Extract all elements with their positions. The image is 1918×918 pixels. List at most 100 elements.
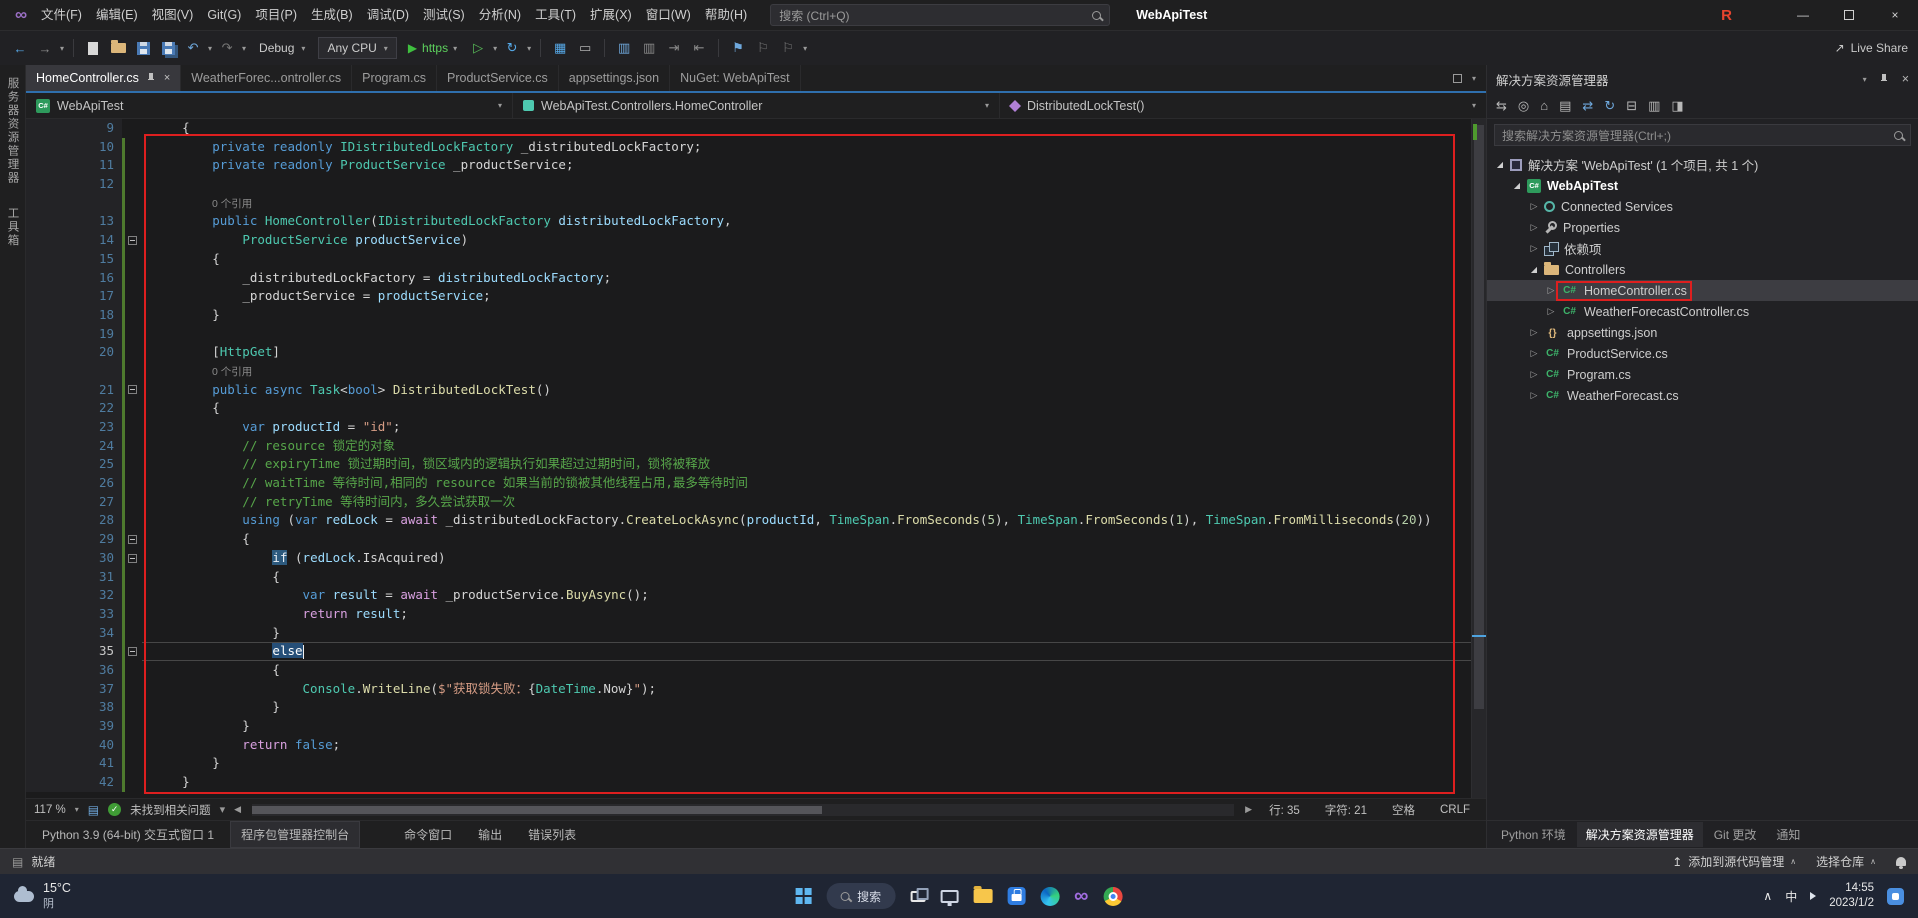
fold-margin[interactable] <box>122 381 142 400</box>
tree-item-project-webapitest[interactable]: ◢ C# WebApiTest <box>1487 175 1918 196</box>
expanded-arrow-icon[interactable]: ◢ <box>1510 181 1524 190</box>
collapsed-arrow-icon[interactable]: ▷ <box>1544 306 1558 317</box>
fold-margin[interactable] <box>122 661 142 680</box>
menu-window[interactable]: 窗口(W) <box>639 0 698 30</box>
fold-margin[interactable] <box>122 455 142 474</box>
code-text[interactable]: Console.WriteLine($"获取锁失败：{DateTime.Now}… <box>142 680 1471 699</box>
collapsed-arrow-icon[interactable]: ▷ <box>1527 369 1541 380</box>
code-line-30[interactable]: 30 if (redLock.IsAcquired) <box>26 548 1471 568</box>
fold-margin[interactable] <box>122 736 142 755</box>
run-button[interactable]: ▶ https ▾ <box>402 41 463 55</box>
tree-item-file-appsettings[interactable]: ▷ {} appsettings.json <box>1487 322 1918 343</box>
line-number[interactable]: 18 <box>76 305 122 325</box>
breakpoint-margin[interactable] <box>26 679 76 699</box>
tree-item-folder-controllers[interactable]: ◢ Controllers <box>1487 259 1918 280</box>
tree-item-solution-root[interactable]: ◢ 解决方案 'WebApiTest' (1 个项目, 共 1 个) <box>1487 154 1918 175</box>
fold-margin[interactable] <box>122 119 142 138</box>
collapsed-arrow-icon[interactable]: ▷ <box>1544 285 1558 296</box>
code-text[interactable] <box>142 175 1471 194</box>
line-number[interactable]: 15 <box>76 249 122 269</box>
code-line-31[interactable]: 31 { <box>26 567 1471 587</box>
breakpoint-margin[interactable] <box>26 156 76 176</box>
code-text[interactable]: { <box>142 119 1471 138</box>
code-line-34[interactable]: 34 } <box>26 623 1471 643</box>
line-number[interactable]: 12 <box>76 175 122 194</box>
menu-help[interactable]: 帮助(H) <box>698 0 754 30</box>
breakpoint-margin[interactable] <box>26 175 76 194</box>
line-number[interactable]: 23 <box>76 418 122 437</box>
code-line-35[interactable]: 35 else <box>26 642 1471 661</box>
refresh-icon[interactable]: ↻ <box>1604 98 1615 114</box>
code-text[interactable]: 0 个引用 <box>142 362 1471 381</box>
solution-explorer-search-box[interactable]: 搜索解决方案资源管理器(Ctrl+;) <box>1494 124 1911 146</box>
editor-vertical-scrollbar[interactable] <box>1471 119 1486 798</box>
breakpoint-margin[interactable] <box>26 698 76 717</box>
code-text[interactable] <box>142 325 1471 344</box>
scroll-left-icon[interactable]: ◀ <box>234 804 241 815</box>
resharper-icon[interactable]: R <box>1721 7 1732 24</box>
fold-margin[interactable] <box>122 754 142 773</box>
breakpoint-margin[interactable] <box>26 773 76 792</box>
breakpoint-margin[interactable] <box>26 604 76 624</box>
fold-margin[interactable] <box>122 343 142 362</box>
code-text[interactable]: if (redLock.IsAcquired) <box>142 549 1471 568</box>
open-folder-icon[interactable] <box>108 38 128 58</box>
code-text[interactable]: { <box>142 530 1471 549</box>
code-line-26[interactable]: 26 // waitTime 等待时间,相同的 resource 如果当前的锁被… <box>26 474 1471 493</box>
code-text[interactable]: { <box>142 250 1471 269</box>
close-button[interactable]: × <box>1872 0 1918 30</box>
code-text[interactable]: public HomeController(IDistributedLockFa… <box>142 212 1471 231</box>
breakpoint-margin[interactable] <box>26 231 76 250</box>
line-number[interactable]: 33 <box>76 604 122 624</box>
line-number[interactable]: 19 <box>76 324 122 344</box>
tab-productservice[interactable]: ProductService.cs <box>437 65 559 91</box>
fold-margin[interactable] <box>122 437 142 456</box>
menu-file[interactable]: 文件(F) <box>34 0 89 30</box>
menu-view[interactable]: 视图(V) <box>145 0 201 30</box>
fold-margin[interactable] <box>122 549 142 568</box>
breakpoint-margin[interactable] <box>26 119 76 138</box>
chrome-browser-icon[interactable] <box>1103 886 1123 906</box>
select-repository-button[interactable]: 选择仓库 ∧ <box>1816 853 1876 870</box>
fold-margin[interactable] <box>122 156 142 175</box>
code-text[interactable]: // waitTime 等待时间,相同的 resource 如果当前的锁被其他线… <box>142 474 1471 493</box>
pane-layout-icon[interactable]: ▥ <box>639 38 659 58</box>
tab-nuget[interactable]: NuGet: WebApiTest <box>670 65 801 91</box>
fold-margin[interactable] <box>122 642 142 661</box>
scroll-right-icon[interactable]: ▶ <box>1245 804 1252 815</box>
taskbar-search-button[interactable]: 搜索 <box>826 883 896 909</box>
fold-margin[interactable] <box>122 586 142 605</box>
line-number[interactable]: 9 <box>76 119 122 138</box>
breakpoint-margin[interactable] <box>26 586 76 605</box>
code-line-36[interactable]: 36 { <box>26 660 1471 680</box>
fold-margin[interactable] <box>122 269 142 288</box>
issues-status-label[interactable]: 未找到相关问题 <box>130 802 211 818</box>
live-unit-icon[interactable]: ▭ <box>575 38 595 58</box>
line-number[interactable]: 25 <box>76 455 122 475</box>
breakpoint-margin[interactable] <box>26 474 76 493</box>
fold-margin[interactable] <box>122 175 142 194</box>
breakpoint-margin[interactable] <box>26 361 76 381</box>
code-line-12[interactable]: 12 <box>26 175 1471 194</box>
redo-icon[interactable]: ↷ <box>217 38 237 58</box>
line-number[interactable]: 21 <box>76 380 122 400</box>
editor-horizontal-scrollbar[interactable] <box>252 803 1235 816</box>
code-cleanup-icon[interactable]: ▾ <box>220 803 226 816</box>
collapsed-arrow-icon[interactable]: ▷ <box>1527 327 1541 338</box>
breakpoint-margin[interactable] <box>26 455 76 475</box>
fold-margin[interactable] <box>122 717 142 736</box>
char-indicator[interactable]: 字符: 21 <box>1317 802 1375 818</box>
code-text[interactable]: } <box>142 754 1471 773</box>
collapsed-arrow-icon[interactable]: ▷ <box>1527 390 1541 401</box>
fold-margin[interactable] <box>122 624 142 643</box>
se-tab-git-changes[interactable]: Git 更改 <box>1705 822 1766 847</box>
line-number[interactable]: 36 <box>76 660 122 680</box>
code-text[interactable]: ProductService productService) <box>142 231 1471 250</box>
menu-build[interactable]: 生成(B) <box>304 0 360 30</box>
taskbar-weather-widget[interactable]: 15°C 阴 <box>0 881 71 911</box>
breakpoint-margin[interactable] <box>26 735 76 755</box>
breakpoint-margin[interactable] <box>26 511 76 531</box>
fold-margin[interactable] <box>122 138 142 157</box>
code-text[interactable]: { <box>142 568 1471 587</box>
tree-item-file-weatherforecastcontroller[interactable]: ▷ C# WeatherForecastController.cs <box>1487 301 1918 322</box>
